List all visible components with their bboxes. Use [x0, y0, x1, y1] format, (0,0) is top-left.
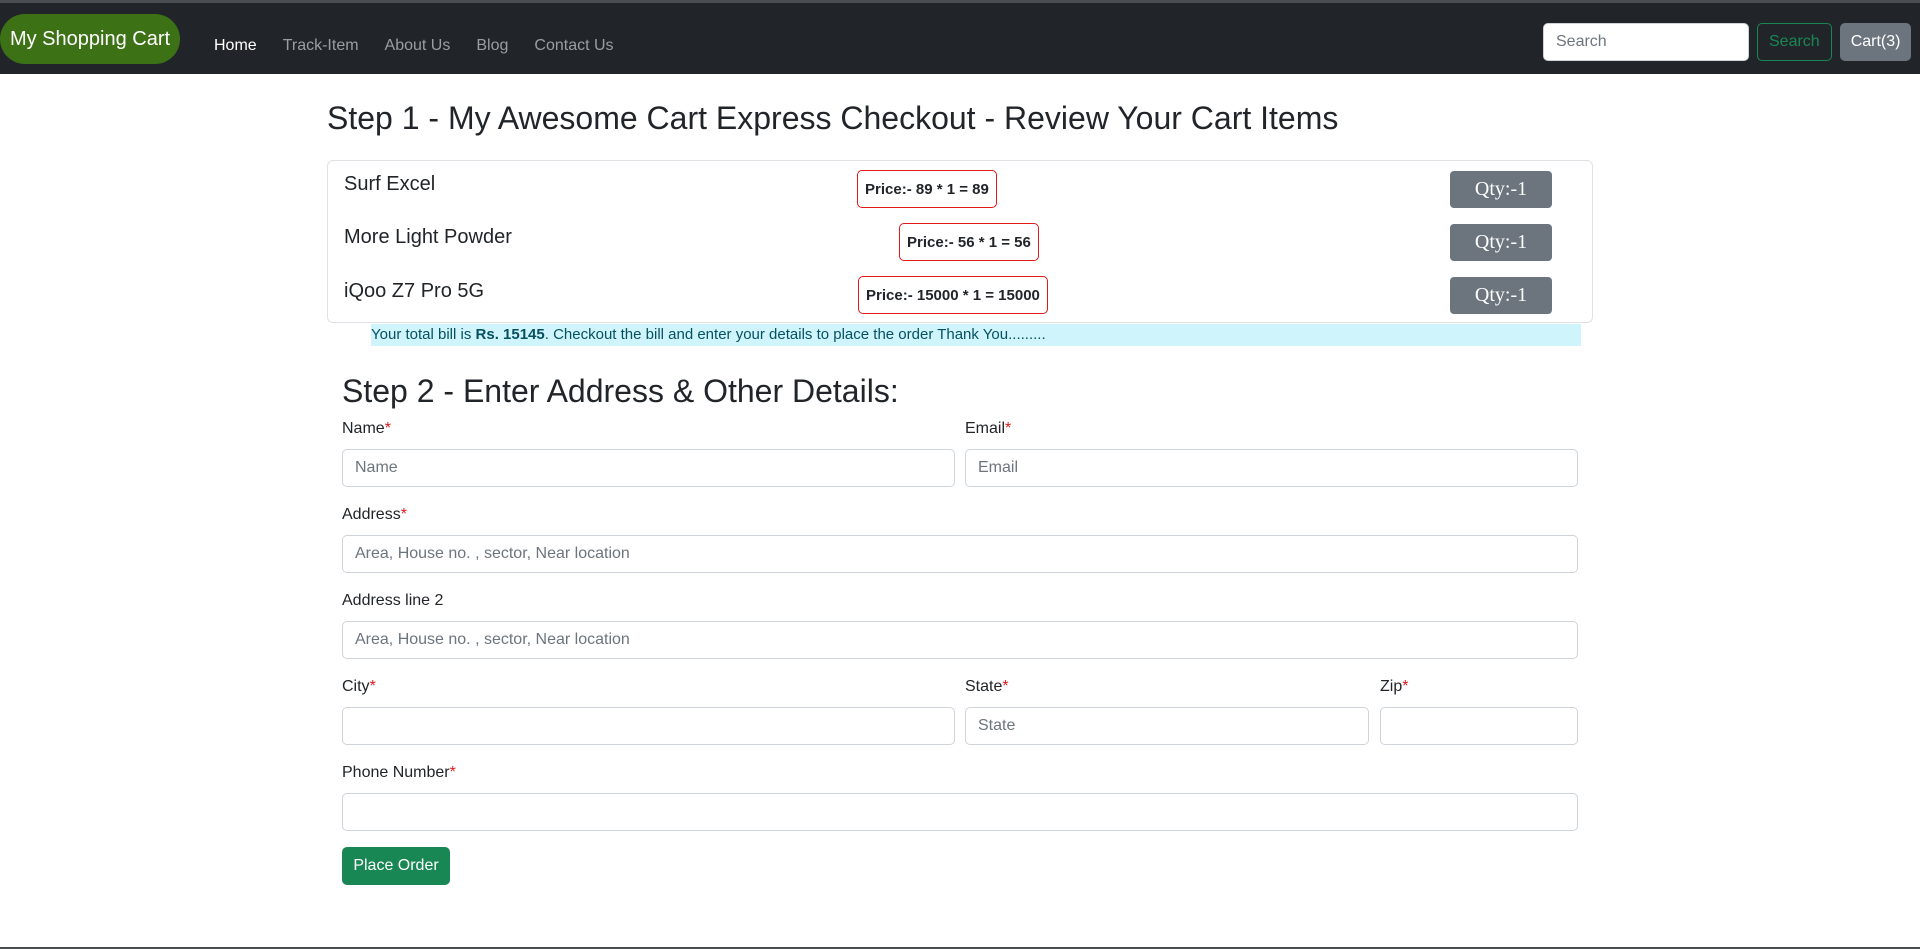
step2-title: Step 2 - Enter Address & Other Details:	[342, 373, 899, 409]
item-price: Price:- 15000 * 1 = 15000	[858, 276, 1048, 314]
phone-label: Phone Number*	[342, 764, 456, 781]
required-mark: *	[1402, 678, 1409, 695]
address2-field[interactable]	[342, 621, 1578, 659]
total-bill-prefix: Your total bill is	[371, 326, 476, 343]
item-name: Surf Excel	[344, 173, 436, 195]
required-mark: *	[449, 764, 456, 781]
required-mark: *	[400, 506, 407, 523]
address2-label: Address line 2	[342, 592, 444, 609]
nav-right: Search Cart(3)	[1543, 23, 1912, 61]
name-label: Name*	[342, 420, 391, 437]
cart-item: More Light Powder Price:- 56 * 1 = 56 Qt…	[328, 214, 1592, 261]
cart-items-list: Surf Excel Price:- 89 * 1 = 89 Qty:-1 Mo…	[327, 160, 1593, 323]
item-price: Price:- 56 * 1 = 56	[899, 223, 1039, 261]
place-order-button[interactable]: Place Order	[342, 847, 450, 885]
state-label: State*	[965, 678, 1009, 695]
cart-item: iQoo Z7 Pro 5G Price:- 15000 * 1 = 15000…	[328, 268, 1592, 314]
city-label: City*	[342, 678, 376, 695]
zip-field[interactable]	[1380, 707, 1578, 745]
item-qty-badge[interactable]: Qty:-1	[1450, 224, 1552, 261]
nav-link-contact-us[interactable]: Contact Us	[534, 37, 613, 55]
cart-button[interactable]: Cart(3)	[1839, 23, 1912, 61]
navbar: My Shopping Cart Home Track-Item About U…	[0, 3, 1920, 74]
name-field[interactable]	[342, 449, 955, 487]
nav-link-home[interactable]: Home	[214, 37, 257, 55]
nav-link-track-item[interactable]: Track-Item	[283, 37, 359, 55]
required-mark: *	[1005, 420, 1012, 437]
item-qty-badge[interactable]: Qty:-1	[1450, 277, 1552, 314]
brand-logo[interactable]: My Shopping Cart	[0, 14, 180, 64]
total-bill-amount: Rs. 15145	[475, 326, 545, 343]
required-mark: *	[384, 420, 391, 437]
nav-link-blog[interactable]: Blog	[476, 37, 508, 55]
nav-links: Home Track-Item About Us Blog Contact Us	[214, 37, 614, 55]
email-label: Email*	[965, 420, 1012, 437]
phone-field[interactable]	[342, 793, 1578, 831]
item-qty-badge[interactable]: Qty:-1	[1450, 171, 1552, 208]
item-price: Price:- 89 * 1 = 89	[857, 170, 997, 208]
item-name: iQoo Z7 Pro 5G	[344, 280, 485, 302]
required-mark: *	[1002, 678, 1009, 695]
address-label: Address*	[342, 506, 407, 523]
address-field[interactable]	[342, 535, 1578, 573]
step1-title: Step 1 - My Awesome Cart Express Checkou…	[327, 100, 1339, 136]
total-bill-alert: Your total bill is Rs. 15145. Checkout t…	[371, 324, 1581, 346]
email-field[interactable]	[965, 449, 1578, 487]
zip-label: Zip*	[1380, 678, 1409, 695]
state-field[interactable]	[965, 707, 1369, 745]
total-bill-suffix: . Checkout the bill and enter your detai…	[544, 326, 1046, 343]
city-field[interactable]	[342, 707, 955, 745]
search-button[interactable]: Search	[1757, 23, 1832, 61]
item-name: More Light Powder	[344, 226, 512, 248]
nav-link-about-us[interactable]: About Us	[385, 37, 451, 55]
cart-item: Surf Excel Price:- 89 * 1 = 89 Qty:-1	[328, 161, 1592, 208]
required-mark: *	[369, 678, 376, 695]
search-input[interactable]	[1543, 23, 1749, 61]
